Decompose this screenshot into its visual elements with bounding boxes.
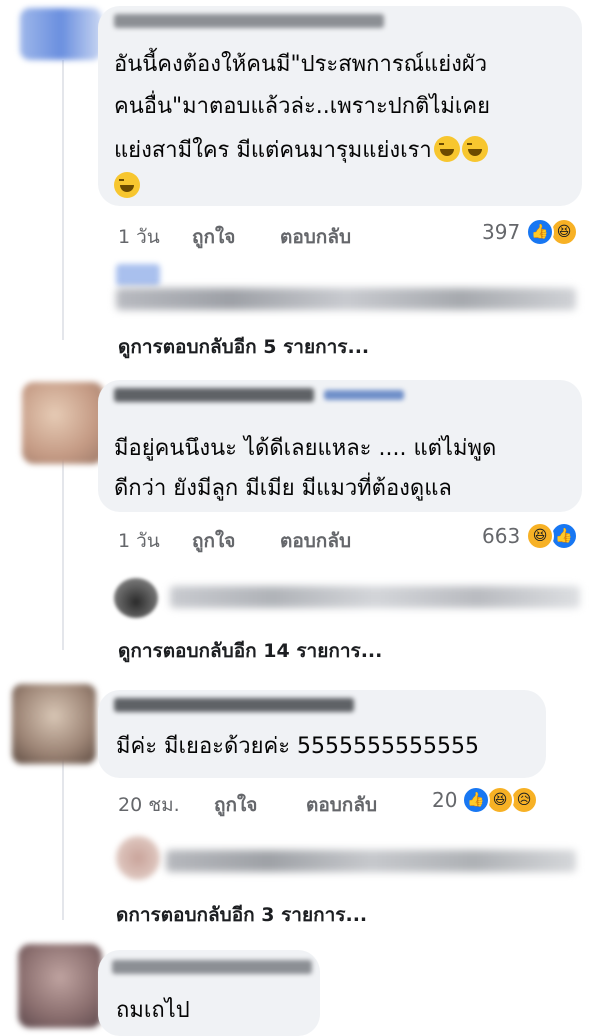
avatar[interactable] (22, 382, 104, 464)
comment-text: ดีกว่า ยังมีลูก มีเมีย มีแมวที่ต้องดูแล (114, 476, 452, 501)
laughing-emoji-icon (433, 136, 460, 162)
thread-line (62, 60, 64, 340)
grinning-emoji-icon (461, 136, 488, 162)
reply-avatar (116, 836, 160, 880)
like-button[interactable]: ถูกใจ (192, 222, 235, 252)
haha-icon: 😆 (526, 522, 554, 550)
reply-button[interactable]: ตอบกลับ (280, 222, 351, 252)
comment-text: คนอื่น"มาตอบแล้วล่ะ..เพราะปกติไม่เคย (114, 94, 491, 119)
comment-bubble: มีค่ะ มีเยอะด้วยค่ะ 5555555555555 (98, 690, 546, 778)
comment-bubble: อันนี้คงต้องให้คนมี"ประสพการณ์แย่งผัว คน… (98, 6, 582, 206)
comment-bubble: ถมเถไป (98, 950, 320, 1036)
like-icon: 👍 (550, 522, 578, 550)
like-icon: 👍 (462, 786, 490, 814)
reply-button[interactable]: ตอบกลับ (280, 526, 351, 556)
commenter-name-blurred[interactable] (112, 960, 312, 974)
haha-icon: 😆 (486, 786, 514, 814)
reply-preview-blurred (170, 586, 580, 608)
comment-time[interactable]: 1 วัน (118, 222, 160, 252)
avatar[interactable] (12, 684, 96, 764)
comment-text: มีค่ะ มีเยอะด้วยค่ะ 5555555555555 (116, 734, 479, 759)
reply-preview-blurred (166, 850, 576, 872)
reaction-count[interactable]: 663 (482, 524, 520, 548)
avatar[interactable] (18, 944, 102, 1028)
commenter-name-blurred[interactable] (114, 14, 384, 28)
view-more-replies-link[interactable]: ดูการตอบกลับอีก 14 รายการ... (118, 636, 382, 666)
comment-bubble: มีอยู่คนนึงนะ ได้ดีเลยแหละ .... แต่ไม่พู… (98, 380, 582, 512)
thread-line (62, 750, 64, 920)
comment-time[interactable]: 20 ชม. (118, 790, 180, 820)
commenter-name-blurred[interactable] (114, 698, 354, 712)
like-icon: 👍 (526, 218, 554, 246)
like-button[interactable]: ถูกใจ (214, 790, 257, 820)
reaction-count[interactable]: 20 (432, 788, 457, 812)
reply-avatar (114, 578, 158, 618)
view-more-replies-link[interactable]: ดการตอบกลับอีก 3 รายการ... (116, 900, 367, 930)
commenter-badge-blurred (324, 390, 404, 400)
comment-text: แย่งสามีใคร มีแต่คนมารุมแย่งเรา (114, 136, 488, 164)
commenter-name-blurred[interactable] (114, 388, 314, 402)
view-more-replies-link[interactable]: ดูการตอบกลับอีก 5 รายการ... (118, 332, 369, 362)
comment-text (112, 172, 140, 200)
comment-text: มีอยู่คนนึงนะ ได้ดีเลยแหละ .... แต่ไม่พู… (114, 436, 497, 461)
sad-icon: 😥 (510, 786, 538, 814)
laughing-emoji-icon (114, 172, 140, 198)
reply-avatar (116, 264, 160, 286)
reply-button[interactable]: ตอบกลับ (306, 790, 377, 820)
like-button[interactable]: ถูกใจ (192, 526, 235, 556)
comment-text: ถมเถไป (116, 998, 190, 1023)
avatar[interactable] (20, 8, 102, 60)
reaction-count[interactable]: 397 (482, 220, 520, 244)
comment-text: อันนี้คงต้องให้คนมี"ประสพการณ์แย่งผัว (114, 52, 488, 77)
reply-preview-blurred (116, 288, 576, 310)
haha-icon: 😆 (550, 218, 578, 246)
comment-time[interactable]: 1 วัน (118, 526, 160, 556)
